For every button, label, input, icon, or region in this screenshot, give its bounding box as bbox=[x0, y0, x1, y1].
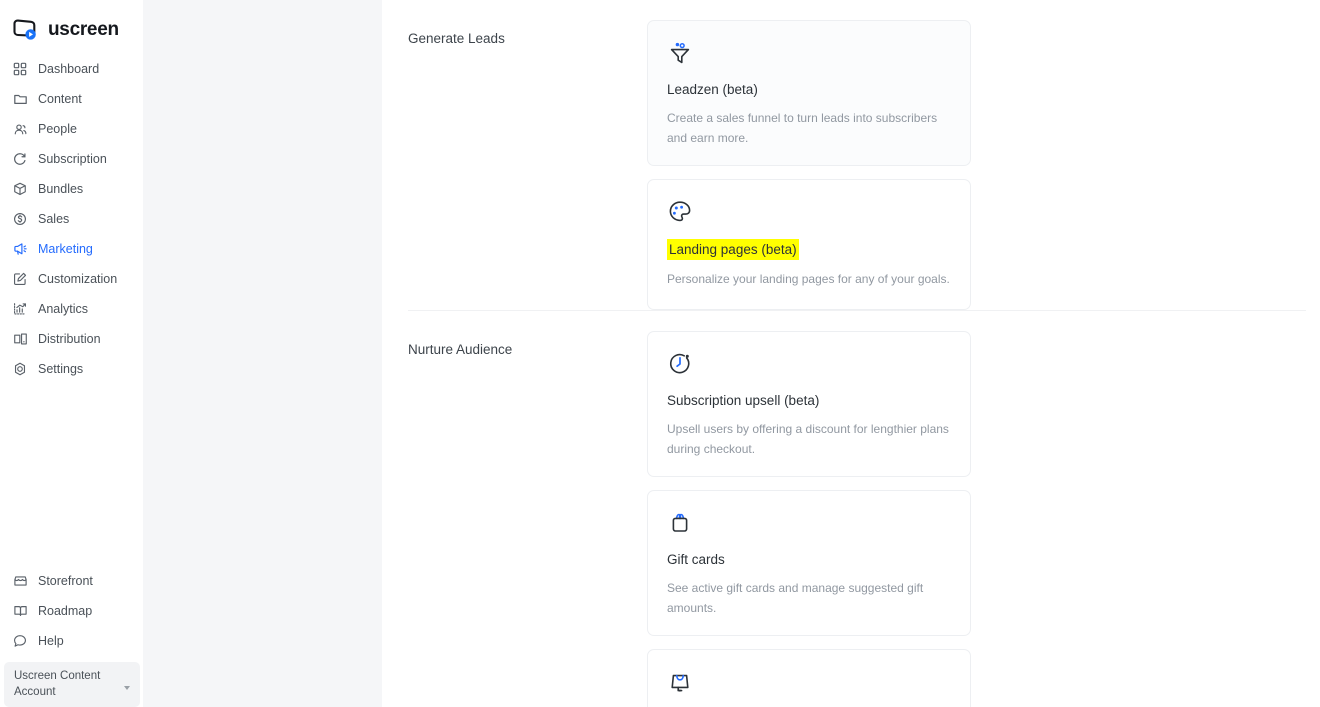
clock-icon bbox=[667, 351, 693, 377]
primary-nav: Dashboard Content People Subscription Bu… bbox=[0, 54, 143, 384]
card-abandoned-cart[interactable]: Abandoned cart Encourage customers to co… bbox=[647, 649, 971, 707]
chevron-down-icon bbox=[124, 686, 130, 690]
card-title: Leadzen (beta) bbox=[667, 82, 758, 97]
people-icon bbox=[12, 121, 28, 137]
sidebar-item-settings[interactable]: Settings bbox=[0, 354, 143, 384]
sidebar-item-label: Settings bbox=[38, 362, 84, 376]
card-gift-cards[interactable]: Gift cards See active gift cards and man… bbox=[647, 490, 971, 636]
gift-bag-icon bbox=[667, 510, 693, 536]
sidebar-item-label: Sales bbox=[38, 212, 70, 226]
shopping-bag-icon bbox=[667, 669, 693, 695]
sidebar-item-label: Subscription bbox=[38, 152, 107, 166]
sidebar-item-marketing[interactable]: Marketing bbox=[0, 234, 143, 264]
sidebar-item-content[interactable]: Content bbox=[0, 84, 143, 114]
sidebar-item-label: Marketing bbox=[38, 242, 93, 256]
book-icon bbox=[12, 603, 28, 619]
sidebar-item-subscription[interactable]: Subscription bbox=[0, 144, 143, 174]
card-title: Gift cards bbox=[667, 552, 725, 567]
sidebar-item-bundles[interactable]: Bundles bbox=[0, 174, 143, 204]
section-generate-leads: Generate Leads Leadzen (beta) Create a s… bbox=[408, 0, 1306, 311]
account-switcher[interactable]: Uscreen Content Account bbox=[4, 662, 140, 707]
sidebar-item-label: Dashboard bbox=[38, 62, 100, 76]
sidebar: uscreen Dashboard Content People Subscri… bbox=[0, 0, 143, 707]
section-title: Generate Leads bbox=[408, 31, 505, 46]
sidebar-item-label: People bbox=[38, 122, 77, 136]
brand-name: uscreen bbox=[48, 19, 119, 40]
refresh-circle-icon bbox=[12, 151, 28, 167]
uscreen-play-logo-icon bbox=[12, 19, 40, 41]
sidebar-item-label: Analytics bbox=[38, 302, 89, 316]
sidebar-item-distribution[interactable]: Distribution bbox=[0, 324, 143, 354]
dollar-circle-icon bbox=[12, 211, 28, 227]
palette-icon bbox=[667, 199, 693, 225]
sidebar-item-customization[interactable]: Customization bbox=[0, 264, 143, 294]
sidebar-item-label: Customization bbox=[38, 272, 118, 286]
sidebar-item-storefront[interactable]: Storefront bbox=[0, 566, 143, 596]
devices-icon bbox=[12, 331, 28, 347]
sidebar-item-label: Roadmap bbox=[38, 604, 93, 618]
storefront-icon bbox=[12, 573, 28, 589]
sidebar-item-label: Help bbox=[38, 634, 64, 648]
brand-logo[interactable]: uscreen bbox=[0, 0, 143, 46]
bar-chart-icon bbox=[12, 301, 28, 317]
section-nurture-audience: Nurture Audience Subscription upsell (be… bbox=[408, 311, 1306, 707]
card-title: Subscription upsell (beta) bbox=[667, 393, 820, 408]
edit-square-icon bbox=[12, 271, 28, 287]
box-icon bbox=[12, 181, 28, 197]
card-title: Landing pages (beta) bbox=[667, 239, 799, 260]
card-landing-pages[interactable]: Landing pages (beta) Personalize your la… bbox=[647, 179, 971, 310]
card-subscription-upsell[interactable]: Subscription upsell (beta) Upsell users … bbox=[647, 331, 971, 477]
sidebar-item-label: Storefront bbox=[38, 574, 93, 588]
sidebar-item-help[interactable]: Help bbox=[0, 626, 143, 656]
folder-icon bbox=[12, 91, 28, 107]
section-title: Nurture Audience bbox=[408, 342, 513, 357]
chat-bubble-icon bbox=[12, 633, 28, 649]
funnel-icon bbox=[667, 40, 693, 66]
megaphone-icon bbox=[12, 241, 28, 257]
card-leadzen[interactable]: Leadzen (beta) Create a sales funnel to … bbox=[647, 20, 971, 166]
card-description: Upsell users by offering a discount for … bbox=[667, 422, 949, 456]
sidebar-item-sales[interactable]: Sales bbox=[0, 204, 143, 234]
account-name: Uscreen Content Account bbox=[14, 670, 101, 698]
secondary-nav: Storefront Roadmap Help bbox=[0, 566, 143, 656]
sidebar-item-people[interactable]: People bbox=[0, 114, 143, 144]
sidebar-item-label: Distribution bbox=[38, 332, 101, 346]
sidebar-item-analytics[interactable]: Analytics bbox=[0, 294, 143, 324]
sidebar-item-dashboard[interactable]: Dashboard bbox=[0, 54, 143, 84]
gear-icon bbox=[12, 361, 28, 377]
card-description: See active gift cards and manage suggest… bbox=[667, 581, 924, 615]
app-root: uscreen Dashboard Content People Subscri… bbox=[0, 0, 1320, 707]
card-description: Create a sales funnel to turn leads into… bbox=[667, 111, 938, 145]
content-gutter bbox=[143, 0, 382, 707]
sidebar-item-label: Bundles bbox=[38, 182, 84, 196]
grid-icon bbox=[12, 61, 28, 77]
sidebar-item-label: Content bbox=[38, 92, 82, 106]
main-content: Generate Leads Leadzen (beta) Create a s… bbox=[382, 0, 1320, 707]
sidebar-item-roadmap[interactable]: Roadmap bbox=[0, 596, 143, 626]
card-description: Personalize your landing pages for any o… bbox=[667, 272, 950, 286]
